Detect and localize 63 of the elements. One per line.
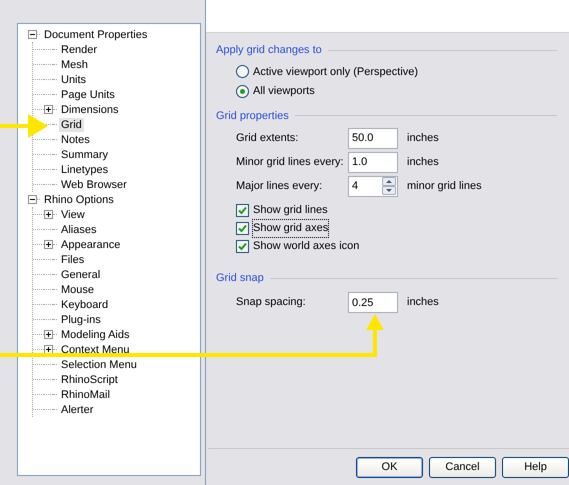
- field-label: Minor grid lines every:: [236, 154, 345, 170]
- collapse-icon[interactable]: [28, 195, 37, 204]
- expand-icon[interactable]: [44, 330, 53, 339]
- collapse-icon[interactable]: [28, 30, 37, 39]
- unit-label: inches: [407, 295, 439, 310]
- checkbox[interactable]: [236, 222, 249, 235]
- tree-item[interactable]: Rhino Options: [42, 192, 116, 206]
- checkbox[interactable]: [236, 240, 249, 253]
- tree-item[interactable]: Mouse: [59, 282, 96, 296]
- tree-item[interactable]: View: [59, 208, 87, 222]
- radio-label: Active viewport only (Perspective): [253, 64, 418, 80]
- radio-button[interactable]: [236, 84, 249, 98]
- dialog-button[interactable]: Help: [502, 457, 569, 478]
- pointer-arrow: [0, 114, 48, 138]
- unit-label: minor grid lines: [407, 178, 482, 194]
- tree-item[interactable]: Grid: [59, 118, 84, 132]
- expand-icon[interactable]: [44, 210, 53, 219]
- tree-item[interactable]: Units: [59, 72, 88, 86]
- spinner-field[interactable]: 4: [348, 176, 398, 196]
- unit-label: inches: [407, 154, 439, 170]
- expand-icon[interactable]: [44, 105, 53, 114]
- checkbox[interactable]: [236, 204, 249, 217]
- tree-item[interactable]: Keyboard: [59, 298, 110, 312]
- field-label: Major lines every:: [236, 178, 324, 194]
- tree-item[interactable]: Context Menu: [59, 342, 132, 356]
- tree-item[interactable]: Web Browser: [59, 178, 129, 192]
- expand-icon[interactable]: [44, 240, 53, 249]
- spinner-arrows-icon[interactable]: [382, 177, 396, 195]
- tree-item[interactable]: Modeling Aids: [59, 328, 132, 342]
- field-label: Snap spacing:: [236, 295, 307, 310]
- group-title: Grid properties: [216, 108, 289, 124]
- input-field[interactable]: 0.25: [348, 292, 398, 313]
- input-field[interactable]: 1.0: [348, 152, 398, 172]
- tree-item[interactable]: RhinoMail: [59, 388, 112, 402]
- tree-item[interactable]: Notes: [59, 132, 92, 146]
- dialog-button[interactable]: Cancel: [429, 457, 496, 478]
- tree-item[interactable]: Page Units: [59, 88, 117, 102]
- tree-item[interactable]: Selection Menu: [59, 358, 139, 372]
- expand-icon[interactable]: [44, 345, 53, 354]
- checkbox-label: Show world axes icon: [252, 239, 360, 254]
- checkbox-label: Show grid axes: [252, 219, 330, 238]
- radio-button[interactable]: [236, 65, 249, 78]
- tree-item[interactable]: Mesh: [59, 58, 90, 72]
- unit-label: inches: [407, 130, 439, 146]
- tree-item[interactable]: Dimensions: [59, 102, 120, 116]
- tree-item[interactable]: Appearance: [59, 238, 122, 252]
- tree-item[interactable]: Summary: [59, 148, 110, 162]
- group-title: Apply grid changes to: [216, 43, 322, 58]
- tree-item[interactable]: Document Properties: [42, 28, 150, 42]
- tree-item[interactable]: Render: [59, 42, 100, 56]
- tree-item[interactable]: Files: [59, 252, 86, 266]
- input-field[interactable]: 50.0: [348, 128, 398, 148]
- tree-item[interactable]: Aliases: [59, 222, 98, 236]
- group-title: Grid snap: [216, 271, 264, 286]
- tree-item[interactable]: General: [59, 268, 102, 282]
- checkbox-label: Show grid lines: [252, 203, 329, 218]
- tree-item[interactable]: Plug-ins: [59, 312, 103, 326]
- tree-item[interactable]: Alerter: [59, 402, 96, 416]
- dialog-button[interactable]: OK: [356, 457, 423, 478]
- tree-item[interactable]: Linetypes: [59, 162, 110, 176]
- tree-item[interactable]: RhinoScript: [59, 372, 120, 386]
- field-label: Grid extents:: [236, 130, 300, 146]
- radio-label: All viewports: [253, 84, 315, 99]
